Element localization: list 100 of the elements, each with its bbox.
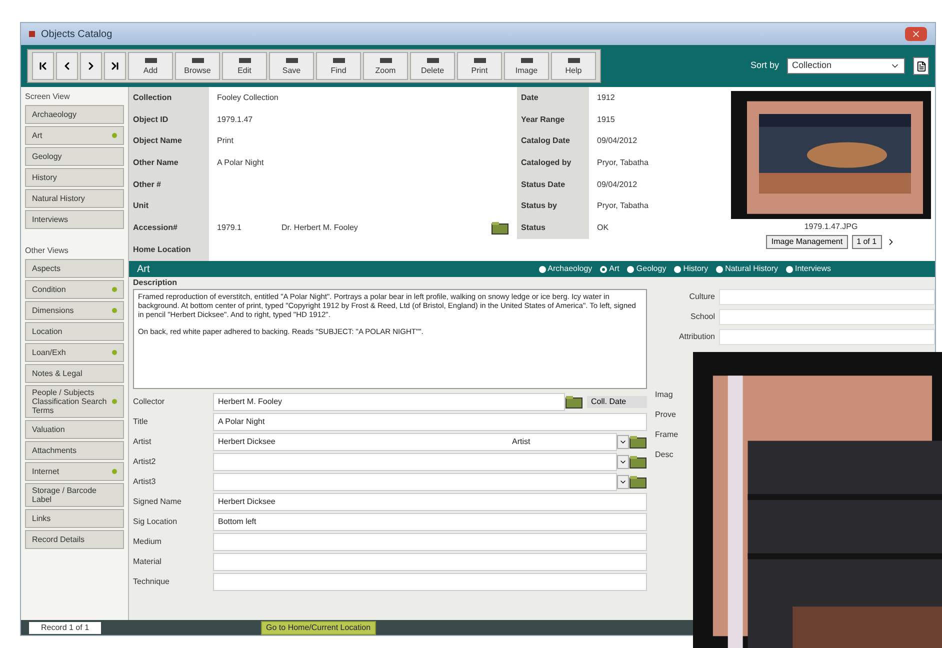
folder-icon[interactable]	[629, 475, 647, 489]
input-field[interactable]: A Polar Night	[213, 413, 647, 431]
sidebar-item[interactable]: Valuation	[25, 420, 124, 439]
input-field[interactable]	[213, 573, 647, 591]
close-icon	[911, 29, 921, 39]
sidebar-item[interactable]: History	[25, 168, 124, 187]
toolbar-icon	[286, 58, 298, 62]
toolbar-button[interactable]: Help	[551, 52, 596, 80]
toolbar-button[interactable]: Find	[316, 52, 361, 80]
field-label: Object ID	[129, 108, 209, 130]
last-icon	[109, 60, 121, 72]
next-record-button[interactable]	[80, 52, 102, 80]
sidebar-item[interactable]: Geology	[25, 147, 124, 166]
sort-dropdown[interactable]: Collection	[787, 58, 905, 74]
sidebar-item[interactable]: Links	[25, 509, 124, 528]
sidebar-item[interactable]: Internet	[25, 462, 124, 481]
sidebar-item[interactable]: Condition	[25, 280, 124, 299]
type-radio[interactable]: Geology	[627, 263, 666, 275]
toolbar-button[interactable]: Delete	[410, 52, 455, 80]
input-field[interactable]: A Polar Night	[209, 152, 509, 174]
type-radio[interactable]: Interviews	[786, 263, 831, 275]
toolbar-button[interactable]: Image	[504, 52, 549, 80]
image-management-button[interactable]: Image Management	[766, 235, 848, 249]
sidebar-item[interactable]: Attachments	[25, 441, 124, 460]
sidebar-item[interactable]: Notes & Legal	[25, 364, 124, 383]
sidebar-item[interactable]: Interviews	[25, 210, 124, 229]
toolbar-icon	[332, 58, 344, 62]
toolbar-button[interactable]: Save	[269, 52, 314, 80]
input-field[interactable]: Bottom left	[213, 513, 647, 531]
sidebar-item[interactable]: Record Details	[25, 530, 124, 549]
folder-icon[interactable]	[491, 220, 509, 235]
sidebar-item[interactable]: Archaeology	[25, 105, 124, 124]
folder-icon[interactable]	[629, 455, 647, 469]
folder-icon[interactable]	[565, 395, 583, 409]
sidebar-item[interactable]: Loan/Exh	[25, 343, 124, 362]
sidebar-item[interactable]: People / Subjects Classification Search Terms	[25, 385, 124, 418]
input-field[interactable]: Pryor, Tabatha	[589, 152, 727, 174]
type-radio[interactable]: Archaeology	[538, 263, 592, 275]
field-label: Imag	[655, 389, 674, 401]
caret-icon	[619, 438, 627, 446]
input-field[interactable]: Fooley Collection	[209, 87, 509, 109]
type-radio[interactable]: History	[674, 263, 708, 275]
sidebar-item[interactable]: Location	[25, 322, 124, 341]
sidebar-item[interactable]: Dimensions	[25, 301, 124, 320]
sidebar-item[interactable]: Art	[25, 126, 124, 145]
toolbar-icon	[380, 58, 392, 62]
input-field[interactable]	[719, 309, 935, 325]
input-field[interactable]: 1915	[589, 108, 727, 130]
field-label: Unit	[129, 195, 209, 218]
sidebar-item[interactable]: Aspects	[25, 259, 124, 278]
sidebar-item[interactable]: Natural History	[25, 189, 124, 208]
first-record-button[interactable]	[32, 52, 54, 80]
section-heading: Other Views	[25, 245, 70, 257]
folder-icon[interactable]	[629, 435, 647, 449]
input-field[interactable]: 1979.1 Dr. Herbert M. Fooley	[209, 217, 491, 239]
description-box[interactable]	[133, 289, 647, 389]
report-button[interactable]	[913, 57, 929, 75]
previous-record-button[interactable]	[56, 52, 78, 80]
type-radio[interactable]: Natural History	[716, 263, 778, 275]
input-field[interactable]	[213, 553, 647, 571]
input-field[interactable]	[213, 453, 617, 471]
artist-role: Artist	[512, 436, 532, 448]
toolbar-icon	[520, 58, 532, 62]
input-field[interactable]	[719, 289, 935, 305]
donor-name: Dr. Herbert M. Fooley	[281, 222, 358, 234]
field-label: Status	[517, 217, 589, 239]
input-field[interactable]: 1912	[589, 87, 727, 109]
type-radio[interactable]: Art	[600, 263, 620, 275]
close-button[interactable]	[905, 27, 927, 41]
input-field[interactable]: Herbert Dicksee	[213, 493, 647, 511]
field-label: Desc	[655, 449, 674, 461]
input-field[interactable]: Herbert M. Fooley	[213, 393, 565, 411]
record-counter: Record 1 of 1	[29, 622, 102, 634]
input-field[interactable]: 09/04/2012	[589, 174, 727, 196]
toolbar-button[interactable]: Add	[128, 52, 173, 80]
location-button[interactable]: Go to Home/Current Location	[261, 620, 376, 634]
input-field[interactable]: Pryor, Tabatha	[589, 195, 727, 218]
input-field[interactable]	[719, 329, 935, 345]
field-label: Title	[133, 416, 149, 428]
input-field[interactable]	[213, 533, 647, 551]
toolbar-button[interactable]: Zoom	[363, 52, 408, 80]
toolbar-icon	[144, 58, 156, 62]
field-label: Other #	[129, 174, 209, 196]
toolbar-button[interactable]: Edit	[222, 52, 267, 80]
input-field[interactable]: 09/04/2012	[589, 130, 727, 152]
app-icon	[29, 31, 35, 37]
field-label: Frame	[655, 429, 680, 441]
toolbar-button[interactable]: Print	[457, 52, 502, 80]
field-label: Other Name	[129, 152, 209, 174]
input-field[interactable]: Herbert Dicksee Artist	[213, 433, 617, 451]
input-field[interactable]	[213, 473, 617, 491]
last-record-button[interactable]	[104, 52, 126, 80]
sort-label: Sort by	[750, 59, 779, 72]
toolbar-button[interactable]: Browse	[175, 52, 220, 80]
sidebar-item[interactable]: Storage / Barcode Label	[25, 483, 124, 507]
input-field[interactable]: 1979.1.47	[209, 108, 509, 130]
input-field[interactable]: OK	[589, 217, 727, 239]
field-label: Artist	[133, 436, 152, 448]
input-field[interactable]: Print	[209, 130, 509, 152]
field-label: Status by	[517, 195, 589, 218]
